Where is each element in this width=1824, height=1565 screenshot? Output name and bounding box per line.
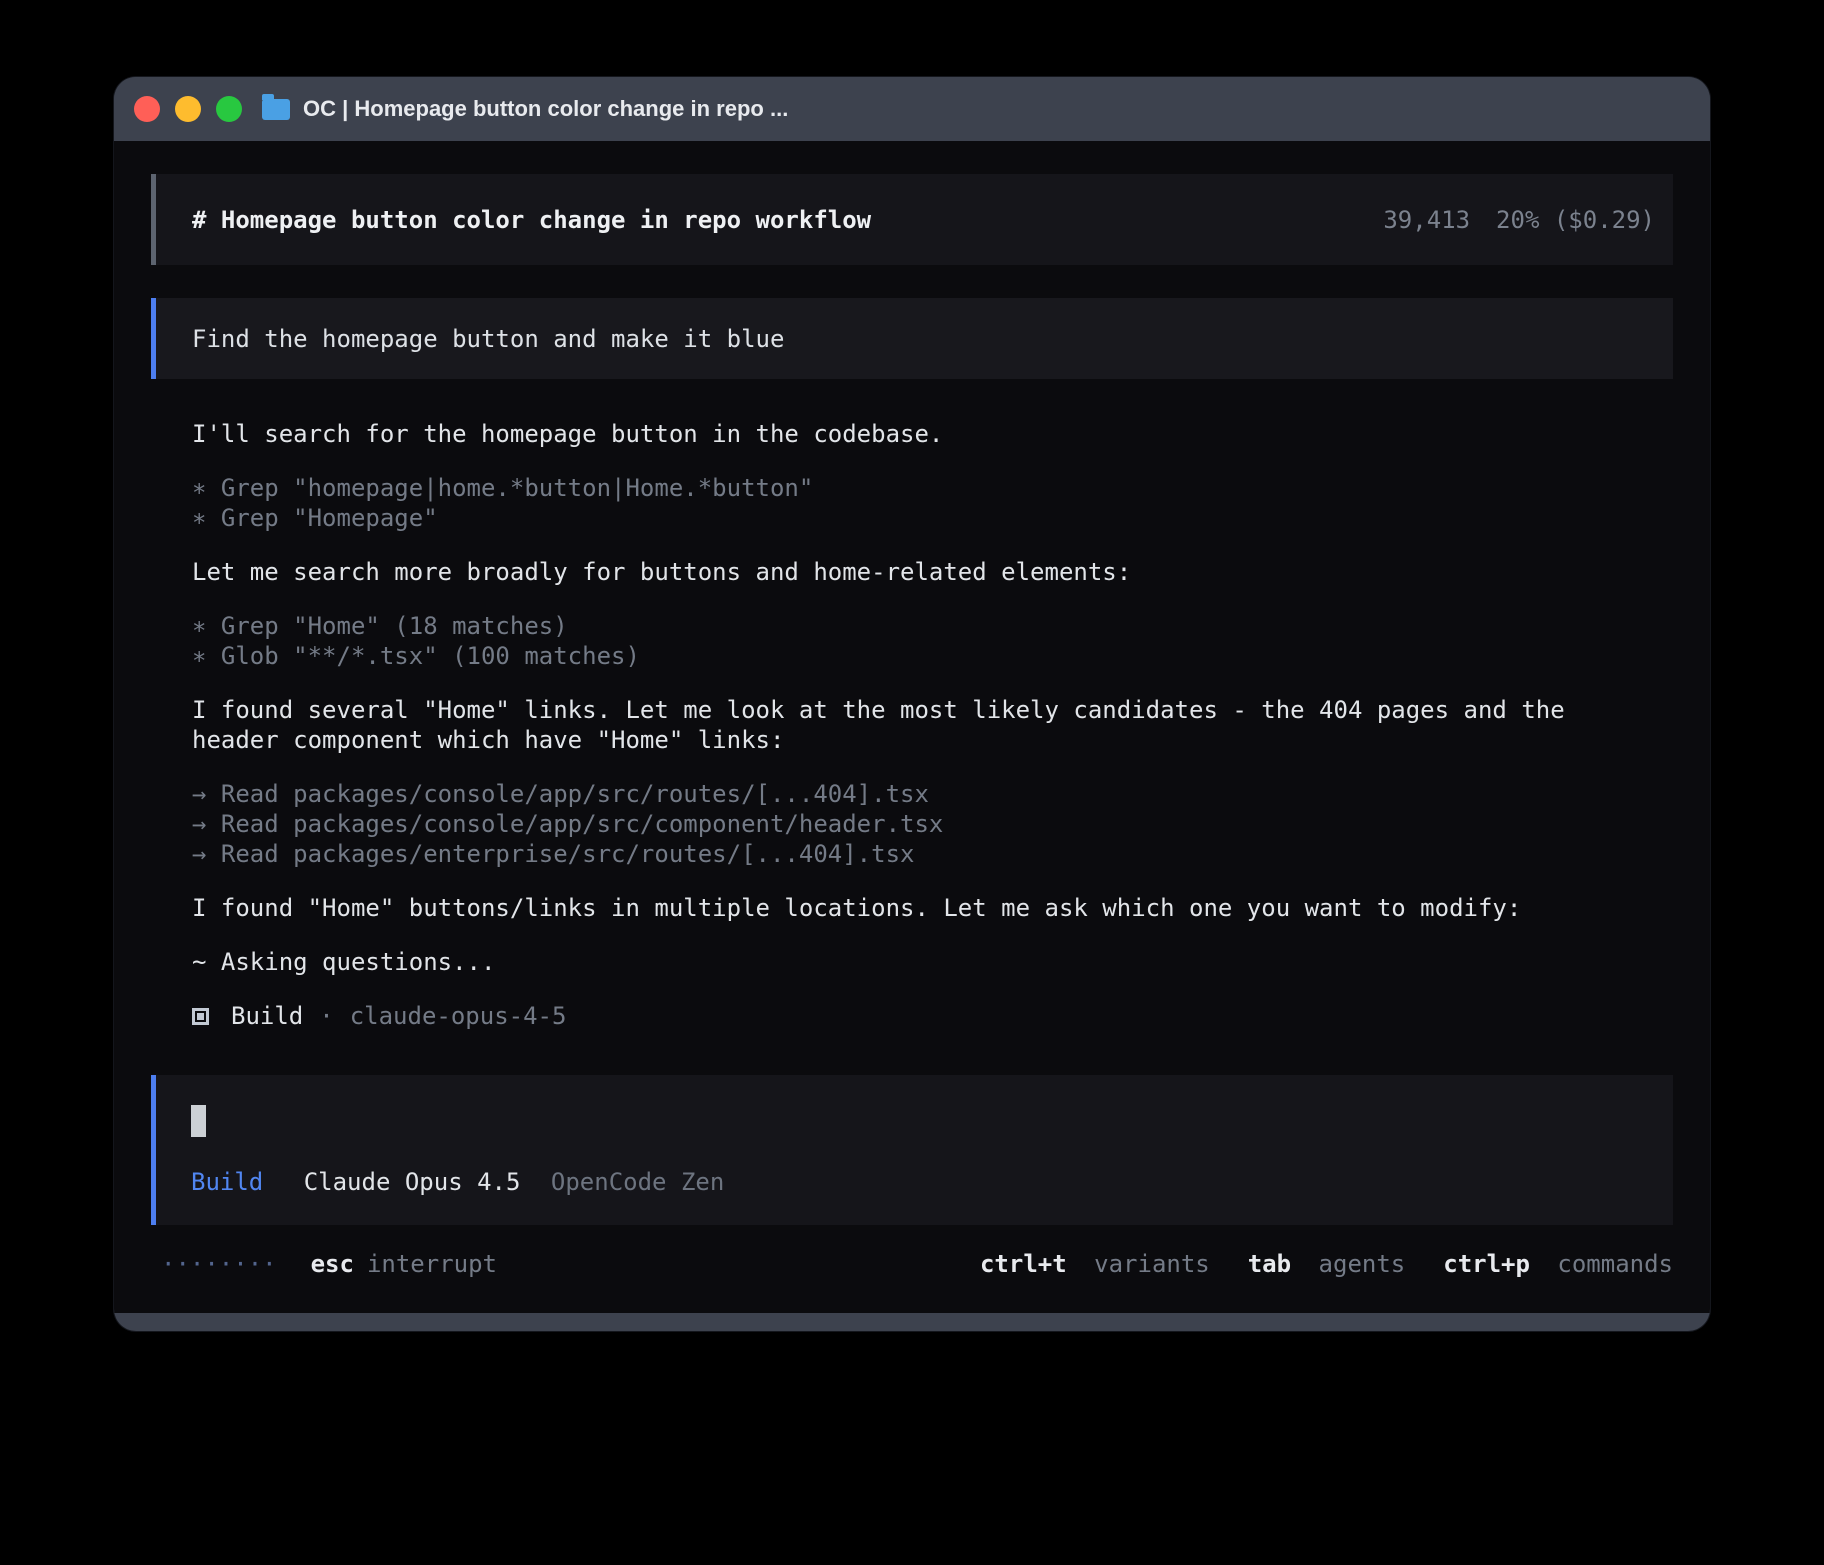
esc-key-hint: esc (311, 1249, 354, 1279)
tool-call-group: → Read packages/console/app/src/routes/[… (192, 779, 1632, 869)
tool-call-read: → Read packages/console/app/src/componen… (192, 809, 1632, 839)
hint-commands: ctrl+p commands (1443, 1249, 1673, 1279)
working-status: ~ Asking questions... (192, 947, 1632, 977)
text-cursor (191, 1105, 206, 1137)
spinner-dots-icon: ········ (161, 1249, 277, 1279)
terminal-content: # Homepage button color change in repo w… (114, 141, 1710, 1313)
ctrl-p-key-hint: ctrl+p (1443, 1250, 1530, 1278)
tool-call-read: → Read packages/console/app/src/routes/[… (192, 779, 1632, 809)
session-stats: 39,413 20% ($0.29) (1383, 205, 1655, 235)
statusbar-right: ctrl+t variants tab agents ctrl+p comman… (942, 1249, 1673, 1279)
statusbar-left: ········ esc interrupt (161, 1249, 497, 1279)
assistant-text: I'll search for the homepage button in t… (192, 419, 1632, 449)
assistant-text: Let me search more broadly for buttons a… (192, 557, 1632, 587)
user-message: Find the homepage button and make it blu… (151, 298, 1673, 379)
close-button[interactable] (134, 96, 160, 122)
session-header: # Homepage button color change in repo w… (151, 174, 1673, 265)
commands-label: commands (1557, 1250, 1673, 1278)
input-mode-line: Build Claude Opus 4.5 OpenCode Zen (191, 1167, 1655, 1197)
tool-call-glob: ∗ Glob "**/*.tsx" (100 matches) (192, 641, 1632, 671)
assistant-text: I found several "Home" links. Let me loo… (192, 695, 1632, 755)
tool-call-group: ∗ Grep "Home" (18 matches) ∗ Glob "**/*.… (192, 611, 1632, 671)
hint-agents: tab agents (1248, 1249, 1406, 1279)
conversation: I'll search for the homepage button in t… (192, 419, 1632, 1031)
folder-icon (262, 99, 290, 120)
token-count: 39,413 (1383, 205, 1470, 235)
tool-call-grep: ∗ Grep "homepage|home.*button|Home.*butt… (192, 473, 1632, 503)
minimize-button[interactable] (175, 96, 201, 122)
agent-icon (192, 1008, 209, 1025)
zoom-button[interactable] (216, 96, 242, 122)
tool-call-group: ∗ Grep "homepage|home.*button|Home.*butt… (192, 473, 1632, 533)
titlebar: OC | Homepage button color change in rep… (114, 77, 1710, 141)
window-title: OC | Homepage button color change in rep… (303, 96, 788, 122)
tool-call-read: → Read packages/enterprise/src/routes/[.… (192, 839, 1632, 869)
ctrl-t-key-hint: ctrl+t (980, 1250, 1067, 1278)
user-message-text: Find the homepage button and make it blu… (192, 324, 784, 354)
context-percent-cost: 20% ($0.29) (1496, 205, 1655, 235)
traffic-lights (134, 96, 242, 122)
separator-dot-icon: · (319, 1001, 333, 1031)
statusbar: ········ esc interrupt ctrl+t variants t… (151, 1249, 1673, 1279)
tool-call-grep: ∗ Grep "Home" (18 matches) (192, 611, 1632, 641)
agent-name: Build (231, 1001, 303, 1031)
agent-mode-label[interactable]: Build (191, 1168, 263, 1196)
provider-label: OpenCode Zen (551, 1168, 724, 1196)
assistant-text: I found "Home" buttons/links in multiple… (192, 893, 1632, 923)
agent-model: claude-opus-4-5 (350, 1001, 567, 1031)
model-label: Claude Opus 4.5 (304, 1168, 521, 1196)
session-title: # Homepage button color change in repo w… (192, 205, 871, 235)
tab-key-hint: tab (1248, 1250, 1291, 1278)
variants-label: variants (1094, 1250, 1210, 1278)
agent-status-line: Build · claude-opus-4-5 (192, 1001, 1632, 1031)
terminal-window: OC | Homepage button color change in rep… (114, 77, 1710, 1331)
agents-label: agents (1319, 1250, 1406, 1278)
esc-key-label: interrupt (367, 1249, 497, 1279)
prompt-input[interactable]: Build Claude Opus 4.5 OpenCode Zen (151, 1075, 1673, 1225)
hint-variants: ctrl+t variants (980, 1249, 1210, 1279)
tool-call-grep: ∗ Grep "Homepage" (192, 503, 1632, 533)
